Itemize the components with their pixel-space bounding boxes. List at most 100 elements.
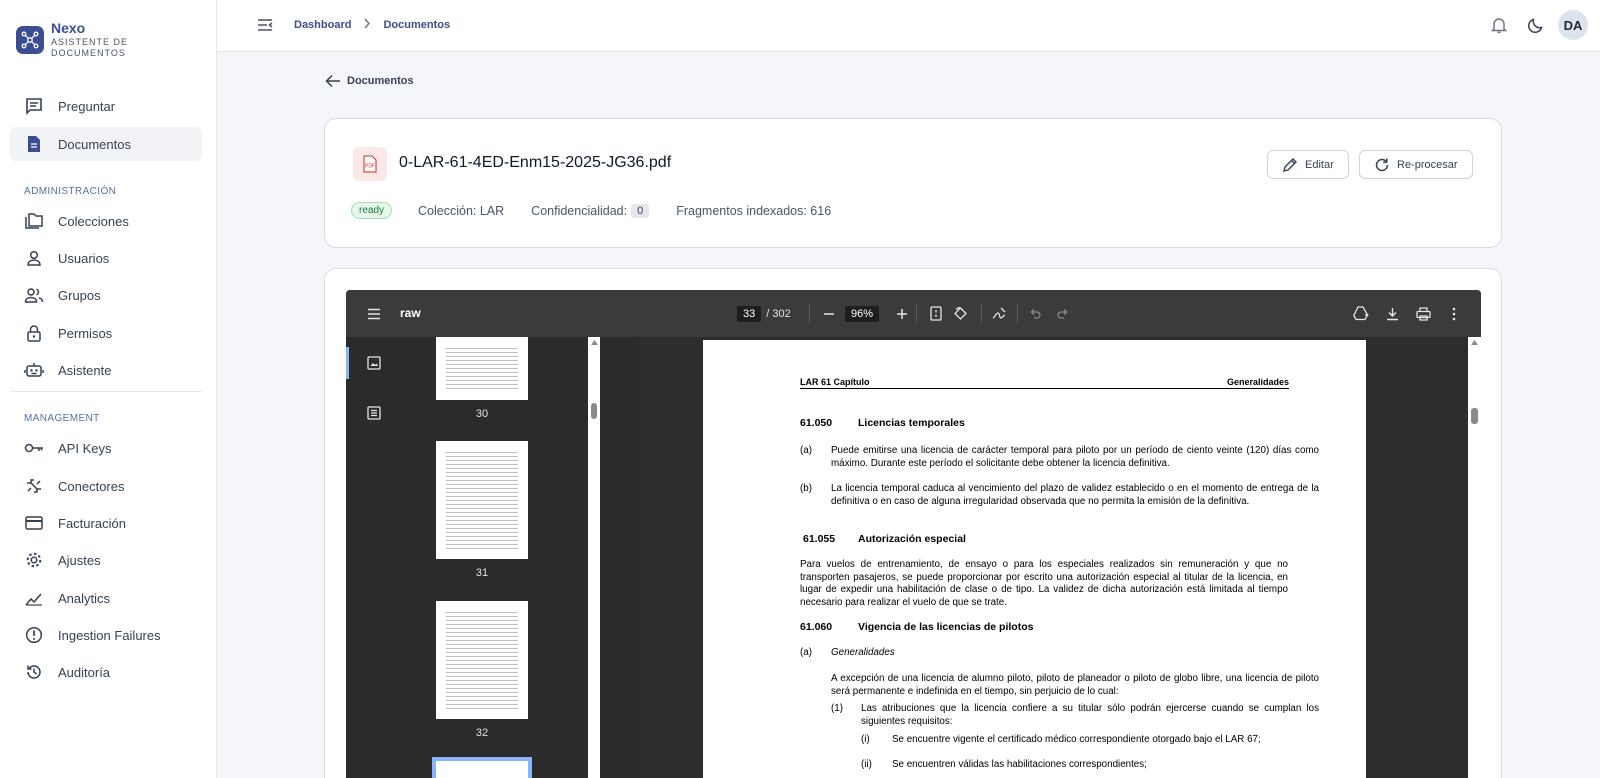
thumbnails-icon[interactable]: [367, 356, 381, 375]
sidebar-item-ingestion-failures[interactable]: Ingestion Failures: [10, 618, 202, 652]
back-link[interactable]: Documentos: [325, 74, 414, 88]
bell-icon[interactable]: [1484, 10, 1514, 40]
pdf-toolbar: raw 33 / 302 96%: [346, 290, 1481, 337]
brand[interactable]: Nexo Asistente de documentos: [16, 20, 141, 59]
pencil-icon: [1283, 157, 1297, 172]
sidebar-item-asistente[interactable]: Asistente: [10, 353, 202, 387]
top-bar: Dashboard Documentos DA: [217, 0, 1600, 52]
document-metadata: ready Colección: LAR Confidencialidad: 0…: [351, 202, 858, 219]
sidebar-item-usuarios[interactable]: Usuarios: [10, 241, 202, 275]
sidebar-item-auditoria[interactable]: Auditoría: [10, 655, 202, 689]
analytics-icon: [24, 588, 44, 608]
section-title: Vigencia de las licencias de pilotos: [858, 621, 1034, 633]
connector-icon: [24, 476, 44, 496]
annotate-icon[interactable]: [989, 290, 1009, 337]
credit-card-icon: [24, 513, 44, 533]
thumbnail-page-30[interactable]: [436, 337, 528, 400]
toolbar-divider: [981, 304, 982, 323]
zoom-input[interactable]: 96%: [845, 305, 880, 322]
thumbnail-number: 30: [475, 408, 489, 420]
logo-icon: [16, 26, 44, 54]
thumbnail-page-32[interactable]: [436, 601, 528, 719]
zoom-in-icon[interactable]: [893, 290, 911, 337]
group-icon: [24, 285, 44, 305]
sidebar-toggle-icon[interactable]: [364, 290, 384, 337]
paragraph: A excepción de una licencia de alumno pi…: [831, 673, 1319, 697]
download-icon[interactable]: [1381, 290, 1403, 337]
sidebar-item-label: Conectores: [58, 478, 125, 494]
sidebar-item-label: Analytics: [58, 590, 111, 606]
sidebar-item-documentos[interactable]: Documentos: [10, 127, 202, 161]
pdf-title: raw: [400, 306, 421, 320]
document-scrollbar[interactable]: [1468, 337, 1481, 778]
total-pages: / 302: [766, 307, 791, 320]
thumbnail-scrollbar[interactable]: [588, 337, 600, 778]
thumbnail-page-selected[interactable]: [432, 757, 532, 778]
collapse-sidebar-icon[interactable]: [256, 16, 274, 39]
item-label: (i): [861, 734, 870, 745]
page-header: LAR 61 Capítulo Generalidades: [800, 377, 1289, 389]
moon-icon[interactable]: [1521, 10, 1551, 40]
fragments-count: Fragmentos indexados: 616: [676, 203, 832, 218]
document-title: 0-LAR-61-4ED-Enm15-2025-JG36.pdf: [399, 154, 672, 171]
breadcrumb-documentos[interactable]: Documentos: [383, 19, 450, 31]
lock-icon: [24, 323, 44, 343]
sidebar-item-label: Preguntar: [58, 98, 116, 114]
reprocess-button-label: Re-procesar: [1397, 158, 1458, 171]
sidebar-item-analytics[interactable]: Analytics: [10, 581, 202, 615]
refresh-icon: [1375, 158, 1389, 171]
section-heading: 61.060 Vigencia de las licencias de pilo…: [800, 621, 1033, 633]
pdf-page: LAR 61 Capítulo Generalidades 61.050 Lic…: [703, 340, 1366, 778]
sidebar: Nexo Asistente de documentos Preguntar D…: [0, 0, 217, 778]
sidebar-item-api-keys[interactable]: API Keys: [10, 431, 202, 465]
pdf-file-icon: PDF: [353, 147, 387, 181]
sidebar-item-conectores[interactable]: Conectores: [10, 469, 202, 503]
outline-icon[interactable]: [367, 406, 381, 425]
page-header-left: LAR 61 Capítulo: [800, 377, 870, 387]
chevron-right-icon: [363, 18, 371, 32]
paragraph: Puede emitirse una licencia de carácter …: [831, 445, 1319, 469]
paragraph: Para vuelos de entrenamiento, de ensayo …: [800, 559, 1288, 608]
page-number-input[interactable]: 33: [737, 305, 762, 322]
toolbar-divider: [1017, 304, 1018, 323]
thumbnail-page-31[interactable]: [436, 441, 528, 559]
sidebar-item-grupos[interactable]: Grupos: [10, 278, 202, 312]
edit-button[interactable]: Editar: [1267, 150, 1349, 179]
print-icon[interactable]: [1412, 290, 1434, 337]
confidentiality-badge: 0: [631, 203, 650, 218]
avatar[interactable]: DA: [1558, 10, 1588, 40]
arrow-left-icon: [325, 74, 340, 88]
robot-icon: [24, 360, 44, 380]
fit-page-icon[interactable]: [926, 290, 946, 337]
sidebar-item-ajustes[interactable]: Ajustes: [10, 543, 202, 577]
item-label: (a): [800, 445, 812, 456]
sidebar-item-colecciones[interactable]: Colecciones: [10, 204, 202, 238]
edit-button-label: Editar: [1305, 158, 1334, 171]
breadcrumb: Dashboard Documentos: [294, 18, 450, 32]
more-options-icon[interactable]: [1443, 290, 1465, 337]
folders-icon: [24, 211, 44, 231]
zoom-out-icon[interactable]: [820, 290, 838, 337]
sidebar-item-label: Facturación: [58, 515, 126, 531]
status-badge: ready: [351, 202, 393, 219]
confidentiality: Confidencialidad: 0: [531, 203, 650, 218]
undo-icon[interactable]: [1026, 290, 1044, 337]
sidebar-item-label: Auditoría: [58, 664, 111, 680]
sidebar-item-facturacion[interactable]: Facturación: [10, 506, 202, 540]
sidebar-divider: [10, 391, 202, 392]
add-drive-icon[interactable]: [1350, 290, 1372, 337]
gear-icon: [24, 550, 44, 570]
page-header-right: Generalidades: [1226, 377, 1289, 387]
rotate-icon[interactable]: [950, 290, 970, 337]
sidebar-item-preguntar[interactable]: Preguntar: [10, 89, 202, 123]
back-link-label: Documentos: [347, 75, 414, 87]
redo-icon[interactable]: [1054, 290, 1072, 337]
sidebar-item-permisos[interactable]: Permisos: [10, 316, 202, 350]
collection-label: Colección: LAR: [418, 203, 505, 218]
breadcrumb-dashboard[interactable]: Dashboard: [294, 19, 351, 31]
thumbnail-number: 31: [475, 567, 489, 579]
toolbar-divider: [916, 304, 917, 323]
item-label: (b): [800, 483, 812, 494]
sidebar-item-label: Colecciones: [58, 213, 129, 229]
reprocess-button[interactable]: Re-procesar: [1359, 150, 1473, 179]
